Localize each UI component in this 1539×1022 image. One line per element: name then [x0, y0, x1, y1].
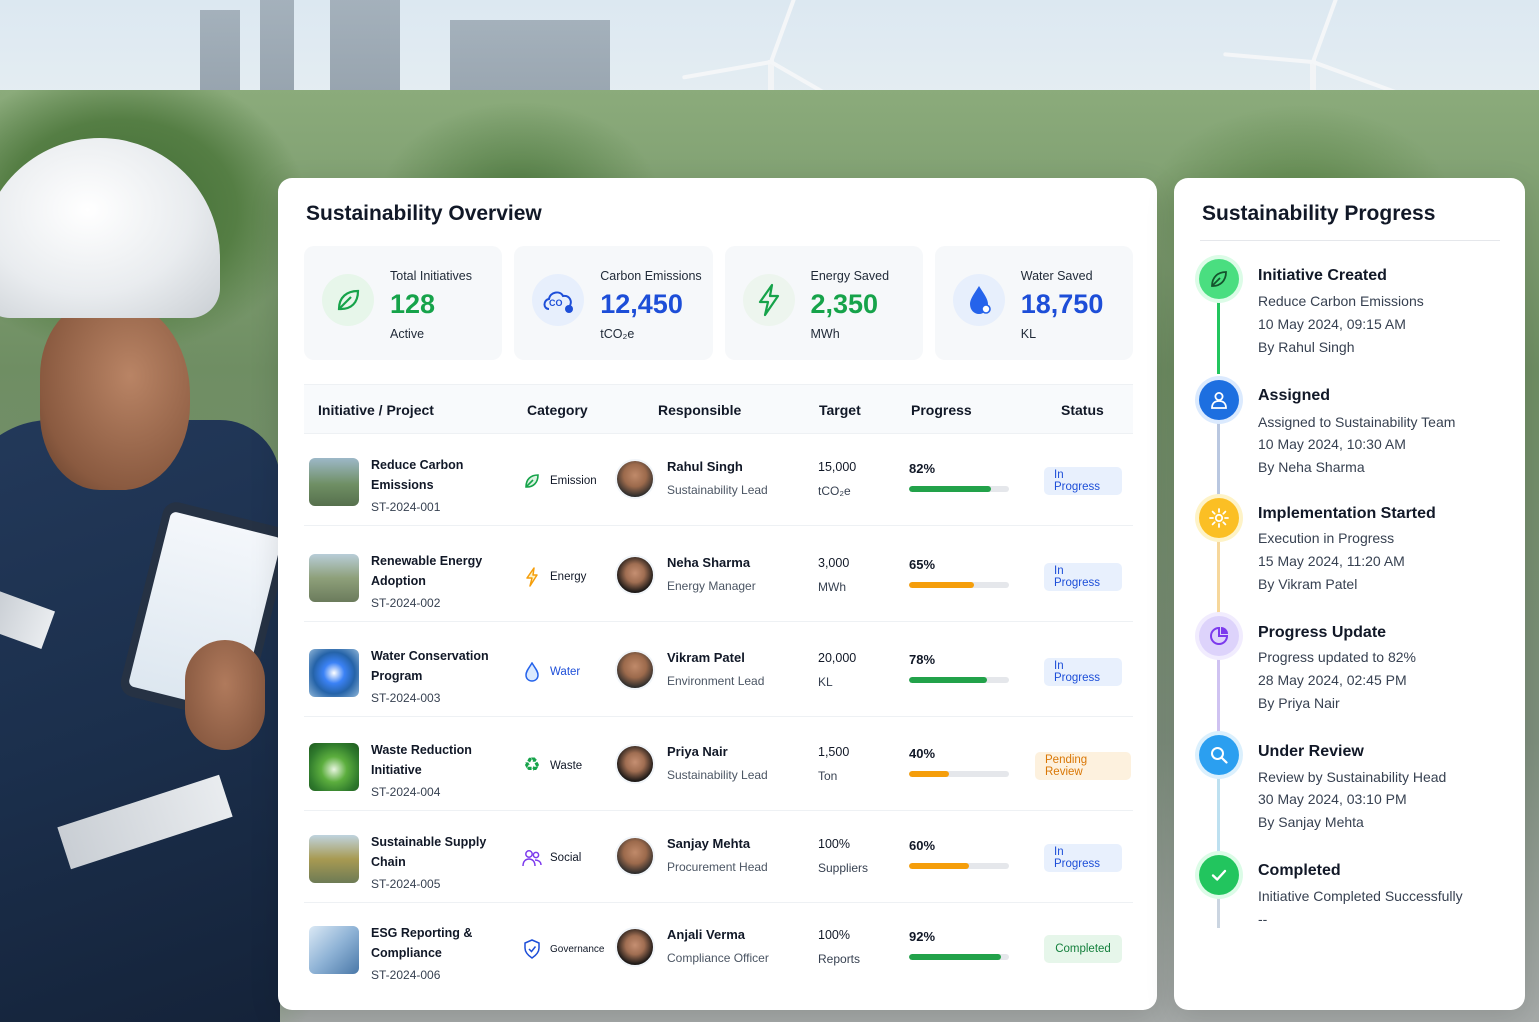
progress-title: Sustainability Progress — [1202, 202, 1436, 225]
project-thumbnail — [309, 743, 359, 791]
avatar — [615, 459, 655, 499]
timeline-connector — [1217, 776, 1220, 852]
project-thumbnail — [309, 458, 359, 506]
table-header: Initiative / Project Category Responsibl… — [304, 384, 1133, 434]
avatar — [615, 744, 655, 784]
overview-title: Sustainability Overview — [306, 202, 542, 225]
recycle-icon: ♻ — [523, 755, 541, 776]
category-tag: Energy — [522, 567, 586, 587]
worker-hand — [185, 640, 265, 750]
column-header[interactable]: Responsible — [658, 402, 741, 418]
user-icon — [1199, 380, 1239, 420]
progress-bar — [909, 486, 1009, 492]
pie-chart-icon — [1199, 616, 1239, 656]
avatar — [615, 927, 655, 967]
status-badge: Pending Review — [1035, 752, 1131, 780]
progress-fill — [909, 486, 991, 492]
gear-icon — [1199, 498, 1239, 538]
progress-bar — [909, 582, 1009, 588]
table-row[interactable]: ESG Reporting & Compliance ST-2024-006 G… — [304, 902, 1133, 994]
water-drop-icon — [952, 274, 1005, 326]
progress-bar — [909, 771, 1009, 777]
project-thumbnail — [309, 649, 359, 697]
avatar — [615, 650, 655, 690]
progress-fill — [909, 771, 949, 777]
project-thumbnail — [309, 835, 359, 883]
status-badge: In Progress — [1044, 658, 1122, 686]
column-header[interactable]: Status — [1061, 402, 1104, 418]
timeline-connector — [1217, 656, 1220, 732]
progress-fill — [909, 582, 974, 588]
status-badge: In Progress — [1044, 467, 1122, 495]
progress-bar — [909, 677, 1009, 683]
kpi-row: Total Initiatives 128 Active CO Carbon E… — [304, 246, 1133, 360]
svg-text:CO: CO — [549, 298, 563, 308]
people-icon — [522, 848, 542, 868]
project-thumbnail — [309, 926, 359, 974]
leaf-icon — [1199, 259, 1239, 299]
kpi-water-saved[interactable]: Water Saved 18,750 KL — [934, 246, 1133, 360]
progress-fill — [909, 863, 969, 869]
table-row[interactable]: Water Conservation Program ST-2024-003 W… — [304, 625, 1133, 717]
category-tag: Emission — [522, 471, 597, 491]
kpi-total-initiatives[interactable]: Total Initiatives 128 Active — [304, 246, 503, 360]
column-header[interactable]: Initiative / Project — [318, 402, 434, 418]
timeline-connector — [1217, 298, 1220, 374]
progress-fill — [909, 954, 1001, 960]
water-drop-icon — [522, 662, 542, 682]
lightning-icon — [522, 567, 542, 587]
lightning-icon — [742, 274, 795, 326]
table-row[interactable]: Waste Reduction Initiative ST-2024-004 ♻… — [304, 719, 1133, 811]
co2-icon: CO — [532, 274, 585, 326]
leaf-icon — [322, 274, 374, 326]
column-header[interactable]: Target — [819, 402, 861, 418]
category-tag: Governance — [522, 939, 604, 959]
table-row[interactable]: Sustainable Supply Chain ST-2024-005 Soc… — [304, 811, 1133, 903]
status-badge: Completed — [1044, 935, 1122, 963]
table-row[interactable]: Reduce Carbon Emissions ST-2024-001 Emis… — [304, 434, 1133, 526]
sustainability-progress-card: Sustainability Progress Initiative Creat… — [1174, 178, 1525, 1010]
divider — [1200, 240, 1500, 241]
column-header[interactable]: Progress — [911, 402, 972, 418]
category-tag: Water — [522, 662, 580, 682]
progress-fill — [909, 677, 987, 683]
timeline-connector — [1217, 538, 1220, 614]
timeline-connector — [1217, 894, 1220, 928]
search-icon — [1199, 735, 1239, 775]
worker-face — [40, 300, 190, 490]
status-badge: In Progress — [1044, 844, 1122, 872]
leaf-icon — [522, 471, 542, 491]
progress-bar — [909, 954, 1009, 960]
kpi-carbon-emissions[interactable]: CO Carbon Emissions 12,450 tCO₂e — [514, 246, 713, 360]
category-tag: Social — [522, 848, 581, 868]
shield-icon — [522, 939, 542, 959]
project-thumbnail — [309, 554, 359, 602]
avatar — [615, 836, 655, 876]
column-header[interactable]: Category — [527, 402, 588, 418]
timeline-connector — [1217, 420, 1220, 496]
progress-bar — [909, 863, 1009, 869]
check-icon — [1199, 855, 1239, 895]
sustainability-overview-card: Sustainability Overview Total Initiative… — [278, 178, 1157, 1010]
category-tag: ♻ Waste — [523, 755, 583, 776]
status-badge: In Progress — [1044, 563, 1122, 591]
kpi-energy-saved[interactable]: Energy Saved 2,350 MWh — [724, 246, 923, 360]
table-row[interactable]: Renewable Energy Adoption ST-2024-002 En… — [304, 530, 1133, 622]
avatar — [615, 555, 655, 595]
